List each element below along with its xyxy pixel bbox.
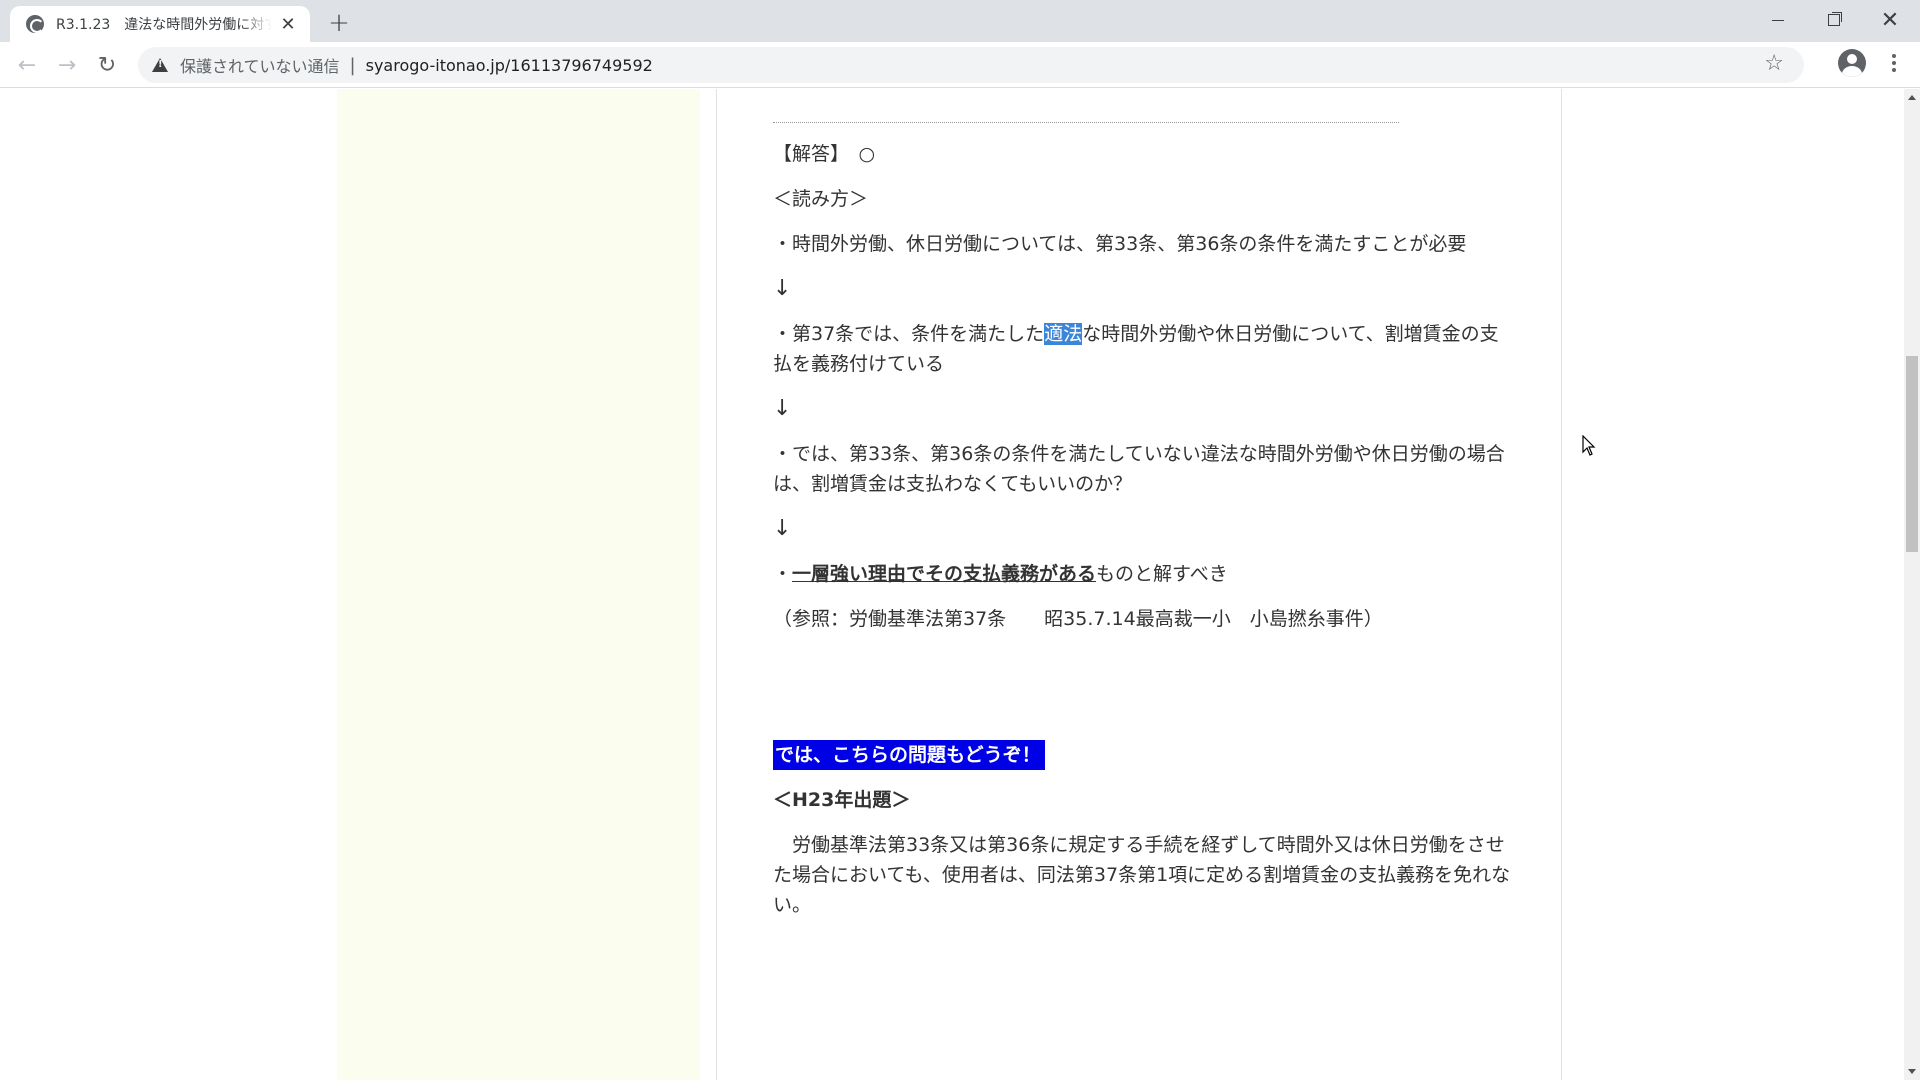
omnibox-separator: | bbox=[349, 54, 356, 76]
warning-icon[interactable] bbox=[152, 58, 168, 72]
point-4: ・一層強い理由でその支払義務があるものと解すべき bbox=[773, 559, 1513, 589]
new-tab-button[interactable]: + bbox=[325, 8, 353, 38]
point-4-bullet: ・ bbox=[773, 563, 793, 585]
page-viewport: 【解答】 ○ ＜読み方＞ ・時間外労働、休日労働については、第33条、第36条の… bbox=[0, 89, 1904, 1080]
divider bbox=[773, 122, 1399, 123]
close-tab-icon[interactable]: ✕ bbox=[278, 14, 298, 35]
minimize-button[interactable] bbox=[1750, 0, 1806, 40]
emphasis-text: 一層強い理由でその支払義務がある bbox=[792, 563, 1097, 585]
security-status[interactable]: 保護されていない通信 bbox=[180, 53, 340, 77]
question-heading: ＜H23年出題＞ bbox=[773, 789, 911, 811]
close-window-button[interactable]: ✕ bbox=[1862, 0, 1918, 40]
selected-text[interactable]: 適法 bbox=[1044, 323, 1083, 345]
browser-menu-icon[interactable] bbox=[1884, 48, 1904, 78]
down-arrow-1: ↓ bbox=[773, 276, 792, 301]
banner-line: では、こちらの問題もどうぞ！ bbox=[773, 740, 1513, 770]
answer-label: 【解答】 ○ bbox=[773, 143, 876, 165]
point-4-after: ものと解すべき bbox=[1096, 563, 1228, 585]
article-column: 【解答】 ○ ＜読み方＞ ・時間外労働、休日労働については、第33条、第36条の… bbox=[716, 89, 1562, 1080]
restore-button[interactable] bbox=[1806, 0, 1862, 40]
bookmark-star-icon[interactable]: ☆ bbox=[1764, 51, 1784, 76]
page-scrollbar[interactable] bbox=[1904, 89, 1920, 1080]
reading-heading: ＜読み方＞ bbox=[773, 188, 869, 210]
point-2: ・第37条では、条件を満たした適法な時間外労働や休日労働について、割増賃金の支払… bbox=[773, 319, 1513, 379]
left-sidebar-area bbox=[337, 89, 700, 1080]
address-bar[interactable]: 保護されていない通信 | syarogo-itonao.jp/161137967… bbox=[138, 47, 1804, 83]
tab-strip: R3.1.23 違法な時間外労働に対する割増賃金 ✕ + ✕ bbox=[0, 0, 1920, 42]
globe-icon bbox=[26, 15, 44, 33]
next-question-banner: では、こちらの問題もどうぞ！ bbox=[773, 740, 1045, 770]
tab-title: R3.1.23 違法な時間外労働に対する割増賃金 bbox=[56, 17, 272, 33]
forward-button[interactable]: → bbox=[51, 49, 83, 81]
profile-avatar-icon[interactable] bbox=[1838, 49, 1866, 77]
down-arrow-3: ↓ bbox=[773, 516, 792, 541]
point-1: ・時間外労働、休日労働については、第33条、第36条の条件を満たすことが必要 bbox=[773, 233, 1467, 255]
scroll-up-arrow-icon[interactable] bbox=[1908, 95, 1916, 100]
point-3: ・では、第33条、第36条の条件を満たしていない違法な時間外労働や休日労働の場合… bbox=[773, 443, 1505, 495]
question-text: 労働基準法第33条又は第36条に規定する手続を経ずして時間外又は休日労働をさせた… bbox=[773, 834, 1511, 916]
down-arrow-2: ↓ bbox=[773, 396, 792, 421]
scroll-thumb[interactable] bbox=[1906, 356, 1918, 552]
reference-text: （参照：労働基準法第37条 昭35.7.14最高裁一小 小島撚糸事件） bbox=[773, 608, 1383, 630]
url-text[interactable]: syarogo-itonao.jp/16113796749592 bbox=[366, 56, 653, 75]
tab-active[interactable]: R3.1.23 違法な時間外労働に対する割増賃金 ✕ bbox=[10, 6, 310, 42]
reload-button[interactable]: ↻ bbox=[91, 49, 123, 81]
point-2-before: ・第37条では、条件を満たした bbox=[773, 323, 1045, 345]
browser-toolbar: ← → ↻ 保護されていない通信 | syarogo-itonao.jp/161… bbox=[0, 42, 1920, 88]
scroll-down-arrow-icon[interactable] bbox=[1908, 1069, 1916, 1074]
back-button[interactable]: ← bbox=[11, 49, 43, 81]
